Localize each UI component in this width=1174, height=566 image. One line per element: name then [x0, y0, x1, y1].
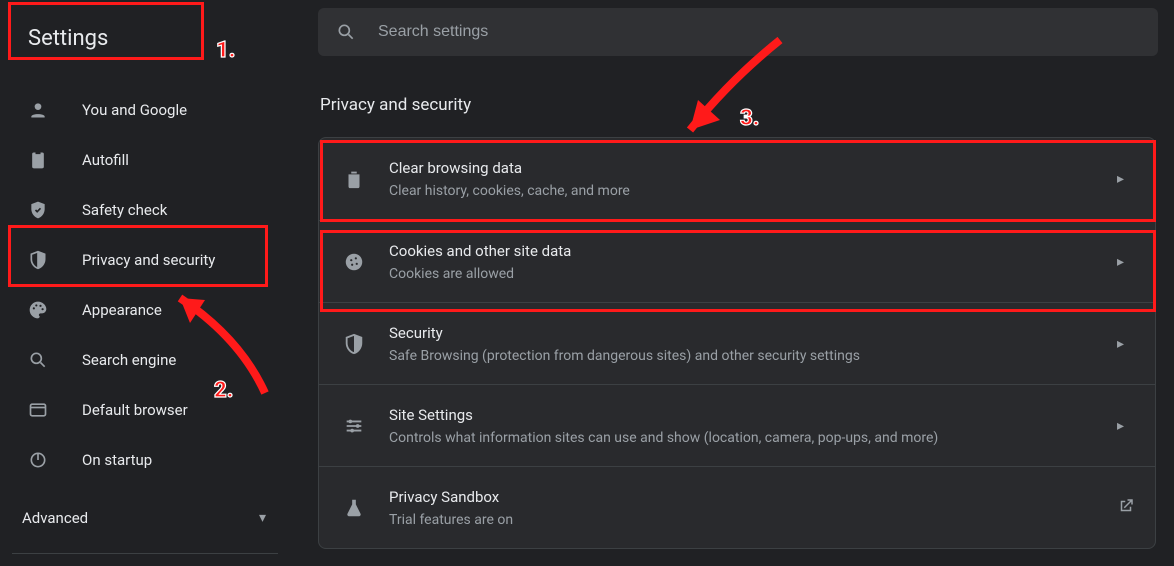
row-privacy-sandbox[interactable]: Privacy Sandbox Trial features are on [319, 466, 1155, 548]
row-text: Site Settings Controls what information … [389, 404, 1117, 448]
sidebar-item-privacy-and-security[interactable]: Privacy and security [0, 235, 290, 285]
row-text: Clear browsing data Clear history, cooki… [389, 157, 1117, 201]
section-title: Privacy and security [320, 95, 1158, 115]
search-input[interactable] [378, 23, 1078, 41]
row-site-settings[interactable]: Site Settings Controls what information … [319, 384, 1155, 466]
sidebar: Settings You and Google Autofill Safety … [0, 0, 290, 566]
sidebar-item-autofill[interactable]: Autofill [0, 135, 290, 185]
sidebar-item-label: Autofill [82, 151, 129, 169]
search-box[interactable] [318, 8, 1158, 56]
sidebar-item-label: Search engine [82, 351, 176, 369]
person-icon [28, 100, 48, 120]
search-icon [28, 350, 48, 370]
sidebar-item-search-engine[interactable]: Search engine [0, 335, 290, 385]
row-title: Privacy Sandbox [389, 486, 1117, 508]
row-title: Site Settings [389, 404, 1117, 426]
row-subtitle: Safe Browsing (protection from dangerous… [389, 346, 1117, 366]
sidebar-item-label: You and Google [82, 101, 187, 119]
shield-check-icon [28, 200, 48, 220]
sidebar-item-on-startup[interactable]: On startup [0, 435, 290, 485]
sidebar-item-label: Default browser [82, 401, 188, 419]
sidebar-item-label: Safety check [82, 201, 167, 219]
sidebar-item-label: Appearance [82, 301, 162, 319]
row-security[interactable]: Security Safe Browsing (protection from … [319, 302, 1155, 384]
row-text: Privacy Sandbox Trial features are on [389, 486, 1117, 530]
nav-list: You and Google Autofill Safety check Pri… [0, 85, 290, 485]
row-clear-browsing-data[interactable]: Clear browsing data Clear history, cooki… [319, 138, 1155, 220]
external-link-icon [1117, 497, 1131, 519]
row-text: Security Safe Browsing (protection from … [389, 322, 1117, 366]
main: Privacy and security Clear browsing data… [318, 95, 1158, 549]
sidebar-item-safety-check[interactable]: Safety check [0, 185, 290, 235]
sidebar-item-label: Privacy and security [82, 251, 215, 269]
sidebar-advanced[interactable]: Advanced ▾ [0, 498, 290, 538]
cookie-icon [343, 251, 365, 273]
row-title: Security [389, 322, 1117, 344]
row-subtitle: Trial features are on [389, 510, 1117, 530]
chevron-right-icon: ▸ [1117, 336, 1131, 352]
chevron-right-icon: ▸ [1117, 418, 1131, 434]
chevron-right-icon: ▸ [1117, 171, 1131, 187]
palette-icon [28, 300, 48, 320]
power-icon [28, 450, 48, 470]
row-subtitle: Clear history, cookies, cache, and more [389, 181, 1117, 201]
row-subtitle: Cookies are allowed [389, 264, 1117, 284]
browser-icon [28, 400, 48, 420]
advanced-label: Advanced [22, 509, 259, 527]
chevron-right-icon: ▸ [1117, 254, 1131, 270]
shield-icon [28, 250, 48, 270]
sidebar-item-default-browser[interactable]: Default browser [0, 385, 290, 435]
sidebar-item-appearance[interactable]: Appearance [0, 285, 290, 335]
chevron-down-icon: ▾ [259, 510, 266, 526]
sidebar-item-you-and-google[interactable]: You and Google [0, 85, 290, 135]
flask-icon [343, 497, 365, 519]
row-text: Cookies and other site data Cookies are … [389, 240, 1117, 284]
sliders-icon [343, 415, 365, 437]
clipboard-icon [28, 150, 48, 170]
search-icon [336, 22, 356, 42]
divider [12, 553, 278, 554]
sidebar-item-label: On startup [82, 451, 152, 469]
row-title: Cookies and other site data [389, 240, 1117, 262]
trash-icon [343, 168, 365, 190]
row-subtitle: Controls what information sites can use … [389, 428, 1117, 448]
row-title: Clear browsing data [389, 157, 1117, 179]
settings-title: Settings [28, 26, 108, 51]
shield-icon [343, 333, 365, 355]
topbar [290, 0, 1174, 65]
row-cookies[interactable]: Cookies and other site data Cookies are … [319, 220, 1155, 302]
settings-card: Clear browsing data Clear history, cooki… [318, 137, 1156, 549]
